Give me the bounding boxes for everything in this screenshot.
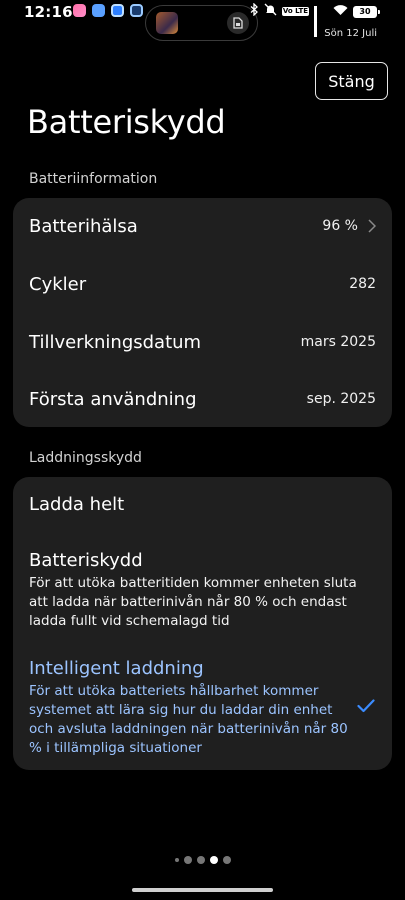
cycles-row: Cykler 282	[13, 264, 392, 304]
volte-icon: Vo LTE	[281, 7, 309, 16]
manufacture-date-row: Tillverkningsdatum mars 2025	[13, 322, 392, 362]
notification-icons	[73, 4, 143, 17]
status-time: 12:16	[24, 3, 73, 21]
battery-icon: 30	[353, 5, 380, 18]
page-dot	[183, 856, 192, 864]
option-description: För att utöka batteritiden kommer enhete…	[29, 575, 357, 629]
option-title: Batteriskydd	[29, 550, 143, 571]
app-icon-navy	[130, 4, 143, 17]
signal-icon	[314, 5, 328, 37]
row-value: 282	[349, 276, 376, 292]
option-title: Ladda helt	[29, 494, 125, 515]
page-dot-active	[209, 856, 218, 864]
option-intelligent-charging[interactable]: Intelligent laddning För att utöka batte…	[13, 647, 392, 762]
page-dot	[196, 856, 205, 864]
section-label-battery-info: Batteriinformation	[29, 171, 158, 187]
section-label-charging: Laddningsskydd	[29, 450, 142, 466]
close-button[interactable]: Stäng	[315, 62, 388, 100]
battery-info-card: Batterihälsa 96 % Cykler 282 Tillverknin…	[13, 198, 392, 427]
option-description: För att utöka batteriets hållbarhet komm…	[29, 683, 348, 756]
battery-health-row[interactable]: Batterihälsa 96 %	[13, 206, 392, 246]
row-value: sep. 2025	[306, 391, 376, 407]
option-charge-fully[interactable]: Ladda helt	[13, 477, 392, 535]
bluetooth-icon	[250, 2, 259, 20]
mute-icon	[264, 3, 277, 20]
app-icon-blue	[92, 4, 105, 17]
page-indicator	[0, 856, 405, 864]
charging-options-card: Ladda helt Batteriskydd För att utöka ba…	[13, 477, 392, 770]
home-indicator[interactable]	[132, 888, 273, 892]
sim-card-icon	[227, 12, 249, 34]
checkmark-icon	[357, 699, 375, 713]
first-use-row: Första användning sep. 2025	[13, 379, 392, 419]
wifi-icon	[333, 4, 348, 20]
system-icons: Vo LTE 30	[250, 2, 380, 37]
row-value: mars 2025	[300, 334, 376, 350]
page-dot	[174, 858, 179, 862]
page-title: Batteriskydd	[27, 103, 226, 141]
option-title: Intelligent laddning	[29, 658, 204, 679]
page-dot	[222, 856, 231, 864]
option-battery-protection[interactable]: Batteriskydd För att utöka batteritiden …	[13, 539, 392, 635]
app-icon-blue-outline	[111, 4, 124, 17]
app-icon-pink	[73, 4, 86, 17]
chevron-right-icon	[368, 219, 376, 233]
row-value: 96 %	[322, 218, 358, 234]
row-label: Batterihälsa	[29, 215, 138, 237]
media-app-thumbnail	[156, 12, 178, 34]
status-bar: 12:16 Vo LTE 30 Sön 12 Juli	[0, 0, 405, 46]
status-date: Sön 12 Juli	[324, 28, 377, 39]
row-label: Cykler	[29, 273, 87, 295]
row-label: Tillverkningsdatum	[29, 331, 202, 353]
row-label: Första användning	[29, 388, 197, 410]
dynamic-island[interactable]	[145, 5, 258, 41]
